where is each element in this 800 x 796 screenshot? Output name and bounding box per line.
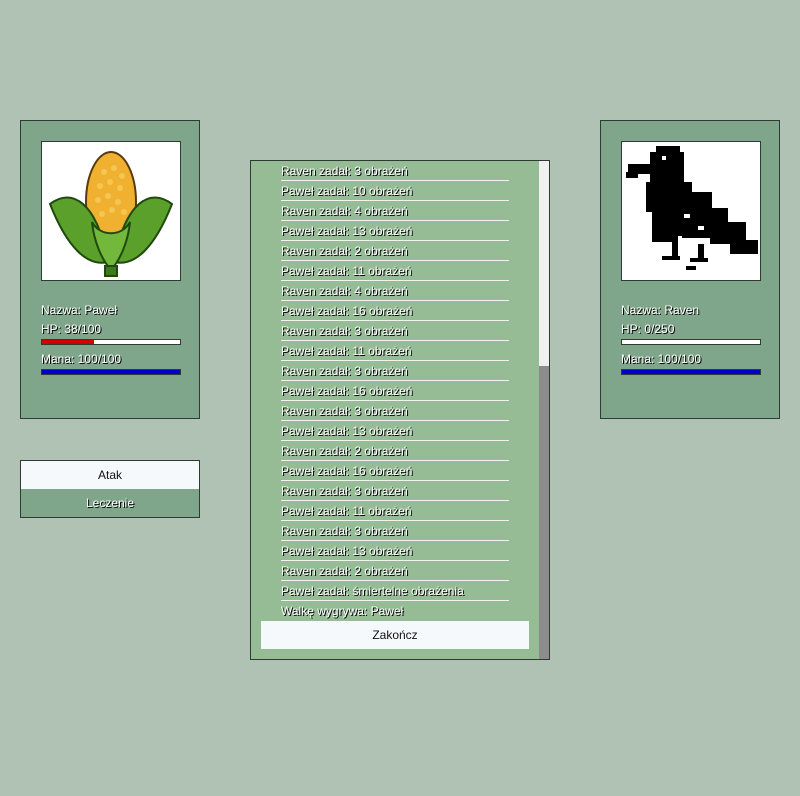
enemy-hp-bar — [621, 339, 761, 345]
player-hp-bar — [41, 339, 181, 345]
player-portrait — [41, 141, 181, 281]
log-entry: Raven zadał: 2 obrażeń — [281, 441, 509, 461]
player-card: Nazwa: Paweł HP: 38/100 Mana: 100/100 — [20, 120, 200, 419]
enemy-card: Nazwa: Raven HP: 0/250 Mana: 100/100 — [600, 120, 780, 419]
enemy-hp-label: HP: 0/250 — [621, 322, 675, 336]
heal-button[interactable]: Leczenie — [21, 489, 199, 517]
log-entry: Paweł zadał: 16 obrażeń — [281, 461, 509, 481]
attack-button[interactable]: Atak — [21, 461, 199, 489]
enemy-name: Nazwa: Raven — [621, 303, 700, 317]
log-entry: Raven zadał: 3 obrażeń — [281, 481, 509, 501]
corn-icon — [48, 151, 174, 277]
battle-log-list: Raven zadał: 3 obrażeń Paweł zadał: 10 ob… — [281, 161, 509, 620]
log-entry: Raven zadał: 4 obrażeń — [281, 281, 509, 301]
log-scrollbar[interactable] — [539, 161, 549, 659]
log-entry: Paweł zadał: śmiertelne obrażenia — [281, 581, 509, 601]
player-hp-fill — [42, 340, 95, 344]
battle-log-panel: Raven zadał: 3 obrażeń Paweł zadał: 10 ob… — [250, 160, 550, 660]
log-entry: Paweł zadał: 11 obrażeń — [281, 261, 509, 281]
log-entry: Paweł zadał: 16 obrażeń — [281, 301, 509, 321]
log-entry: Paweł zadał: 13 obrażeń — [281, 221, 509, 241]
log-entry: Paweł zadał: 16 obrażeń — [281, 381, 509, 401]
log-entry: Paweł zadał: 13 obrażeń — [281, 421, 509, 441]
enemy-mana-bar — [621, 369, 761, 375]
enemy-mana-label: Mana: 100/100 — [621, 352, 702, 366]
player-mana-fill — [42, 370, 180, 374]
end-battle-button[interactable]: Zakończ — [261, 621, 529, 649]
log-entry: Walkę wygrywa: Paweł — [281, 604, 404, 618]
log-entry: Raven zadał: 3 obrażeń — [281, 401, 509, 421]
player-mana-bar — [41, 369, 181, 375]
log-entry: Paweł zadał: 11 obrażeń — [281, 341, 509, 361]
log-entry: Paweł zadał: 10 obrażeń — [281, 181, 509, 201]
player-mana-label: Mana: 100/100 — [41, 352, 122, 366]
action-menu: Atak Leczenie — [20, 460, 200, 518]
log-entry: Raven zadał: 3 obrażeń — [281, 321, 509, 341]
log-entry: Raven zadał: 3 obrażeń — [281, 361, 509, 381]
log-entry: Paweł zadał: 13 obrażeń — [281, 541, 509, 561]
log-entry: Raven zadał: 4 obrażeń — [281, 201, 509, 221]
enemy-portrait — [621, 141, 761, 281]
raven-icon — [626, 146, 758, 270]
log-entry: Paweł zadał: 11 obrażeń — [281, 501, 509, 521]
player-name: Nazwa: Paweł — [41, 303, 118, 317]
log-entry: Raven zadał: 2 obrażeń — [281, 241, 509, 261]
log-entry: Raven zadał: 3 obrażeń — [281, 161, 509, 181]
player-hp-label: HP: 38/100 — [41, 322, 102, 336]
log-scrollbar-thumb[interactable] — [539, 366, 549, 659]
log-entry: Raven zadał: 3 obrażeń — [281, 521, 509, 541]
enemy-mana-fill — [622, 370, 760, 374]
log-entry: Raven zadał: 2 obrażeń — [281, 561, 509, 581]
